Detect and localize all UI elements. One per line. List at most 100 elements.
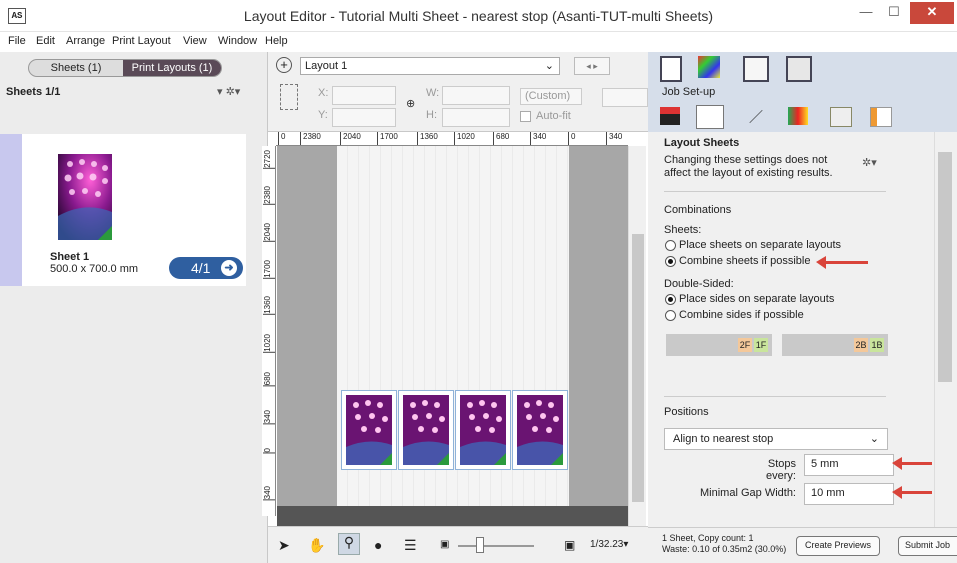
placed-sheet-thumbnail[interactable] — [512, 390, 568, 470]
zoom-slider-handle[interactable] — [476, 537, 484, 553]
view-segment-control: Sheets (1) Print Layouts (1) — [28, 59, 222, 77]
placed-sheet-thumbnail[interactable] — [398, 390, 454, 470]
add-layout-icon[interactable]: + — [276, 57, 292, 73]
zoom-in-icon[interactable]: ▣ — [564, 538, 575, 552]
radio-separate-sides[interactable] — [665, 294, 676, 305]
scrollbar-thumb[interactable] — [632, 234, 644, 502]
option-combine-sides[interactable]: Combine sides if possible — [679, 309, 804, 321]
preview-icon[interactable] — [743, 56, 769, 82]
layout-select[interactable]: Layout 1 ⌄ — [300, 57, 560, 75]
size-preset-select[interactable]: (Custom) — [520, 88, 582, 105]
tab-sheets[interactable]: Sheets (1) — [29, 60, 123, 76]
gear-icon[interactable]: ▾ ✲▾ — [217, 85, 240, 98]
gear-icon[interactable]: ✲▾ — [862, 156, 877, 169]
positions-label: Positions — [664, 406, 709, 418]
autofit-box[interactable] — [520, 111, 531, 122]
canvas-horizontal-scrollbar[interactable] — [277, 506, 628, 526]
select-arrow-icon[interactable]: ➤ — [278, 537, 290, 554]
minimize-button[interactable]: — — [852, 2, 880, 24]
right-toolbar: Job Set-up ／ — [648, 52, 957, 132]
front-sides-preview: 2F 1F — [666, 334, 772, 356]
create-previews-button[interactable]: Create Previews — [796, 536, 880, 556]
tab-book-icon[interactable] — [830, 107, 852, 127]
stops-label: Stops every: — [766, 458, 796, 482]
menu-view[interactable]: View — [183, 35, 207, 47]
combinations-label: Combinations — [664, 204, 732, 216]
scrollbar-thumb[interactable] — [938, 152, 952, 382]
status-line-1: 1 Sheet, Copy count: 1 — [662, 533, 754, 543]
x-field[interactable] — [332, 86, 396, 105]
sheet-count-badge[interactable]: 4/1 ➜ — [169, 257, 243, 279]
menu-file[interactable]: File — [8, 35, 26, 47]
ruler-tick: 2380 — [300, 132, 321, 145]
badge-label: 4/1 — [191, 260, 211, 276]
radio-separate-sheets[interactable] — [665, 240, 676, 251]
menu-print-layout[interactable]: Print Layout — [112, 35, 171, 47]
gap-label: Minimal Gap Width: — [700, 487, 796, 499]
ruler-tick: 340 — [263, 486, 275, 501]
x-label: X: — [318, 87, 329, 99]
placed-sheet-thumbnail[interactable] — [455, 390, 511, 470]
min-gap-input[interactable]: 10 mm — [804, 483, 894, 505]
eye-icon[interactable]: ● — [374, 537, 382, 553]
ruler-tick: 2040 — [340, 132, 361, 145]
radio-combine-sheets[interactable] — [665, 256, 676, 267]
autofit-checkbox[interactable]: Auto-fit — [520, 110, 571, 122]
menu-help[interactable]: Help — [265, 35, 288, 47]
option-combine-sheets[interactable]: Combine sheets if possible — [679, 255, 810, 267]
panel-toggle-icon[interactable] — [660, 56, 682, 82]
ruler-tick: 1700 — [263, 260, 275, 279]
option-separate-sides[interactable]: Place sides on separate layouts — [679, 293, 834, 305]
anchor-grid-icon[interactable] — [280, 84, 298, 110]
menu-edit[interactable]: Edit — [36, 35, 55, 47]
placed-sheet-thumbnail[interactable] — [341, 390, 397, 470]
side-tag-1f: 1F — [754, 338, 768, 352]
radio-combine-sides[interactable] — [665, 310, 676, 321]
ruler-tick: 0 — [568, 132, 575, 145]
panel-vertical-scrollbar[interactable] — [934, 132, 957, 527]
h-field[interactable] — [442, 108, 510, 127]
stops-every-input[interactable]: 5 mm — [804, 454, 894, 476]
settings-sliders-icon[interactable]: ☰ — [404, 537, 417, 554]
sheet-list-item[interactable]: Sheet 1 500.0 x 700.0 mm 4/1 ➜ — [22, 134, 246, 286]
position-mode-select[interactable]: Align to nearest stop ⌄ — [664, 428, 888, 450]
layout-select-value: Layout 1 — [305, 60, 348, 72]
divider — [664, 191, 886, 192]
ruler-tick: 1360 — [417, 132, 438, 145]
sheet-thumbnail — [50, 146, 120, 250]
extra-field[interactable] — [602, 88, 648, 107]
zoom-slider[interactable] — [458, 545, 534, 547]
arrow-right-icon[interactable]: ➜ — [221, 260, 237, 276]
maximize-button[interactable]: ☐ — [880, 2, 908, 24]
zoom-magnifier-icon[interactable]: ⚲ — [338, 533, 360, 555]
tab-pen-icon[interactable]: ／ — [746, 107, 766, 125]
layout-nav-arrows[interactable]: ◂ ▸ — [574, 57, 610, 75]
tab-printer-icon[interactable] — [660, 107, 680, 125]
divider — [664, 396, 886, 397]
tab-layout-sheets-icon[interactable] — [696, 105, 724, 129]
close-button[interactable]: ✕ — [910, 2, 954, 24]
tab-color-icon[interactable] — [788, 107, 808, 125]
menu-arrange[interactable]: Arrange — [66, 35, 105, 47]
layout-canvas[interactable] — [277, 146, 628, 506]
hand-pan-icon[interactable]: ✋ — [308, 537, 325, 554]
w-field[interactable] — [442, 86, 510, 105]
ruler-tick: 1700 — [377, 132, 398, 145]
option-separate-sheets[interactable]: Place sheets on separate layouts — [679, 239, 841, 251]
sheets-count-label: Sheets 1/1 — [6, 86, 61, 98]
tab-print-layouts[interactable]: Print Layouts (1) — [123, 60, 221, 76]
zoom-level[interactable]: 1/32.23▾ — [590, 539, 628, 550]
color-palette-icon[interactable] — [698, 56, 720, 78]
submit-job-button[interactable]: Submit Job — [898, 536, 957, 556]
zoom-out-icon[interactable]: ▣ — [440, 539, 449, 550]
link-icon[interactable]: ⊕ — [406, 97, 415, 110]
menu-window[interactable]: Window — [218, 35, 257, 47]
disco-image-icon — [58, 154, 112, 240]
left-panel: Sheets (1) Print Layouts (1) Sheets 1/1 … — [0, 52, 268, 563]
canvas-vertical-scrollbar[interactable] — [628, 146, 646, 526]
ruler-vertical: 2720 2380 2040 1700 1360 1020 680 340 0 … — [262, 146, 276, 516]
y-field[interactable] — [332, 108, 396, 127]
tab-document-icon[interactable] — [870, 107, 892, 127]
layout-icon[interactable] — [786, 56, 812, 82]
ruler-tick: 1020 — [263, 334, 275, 353]
